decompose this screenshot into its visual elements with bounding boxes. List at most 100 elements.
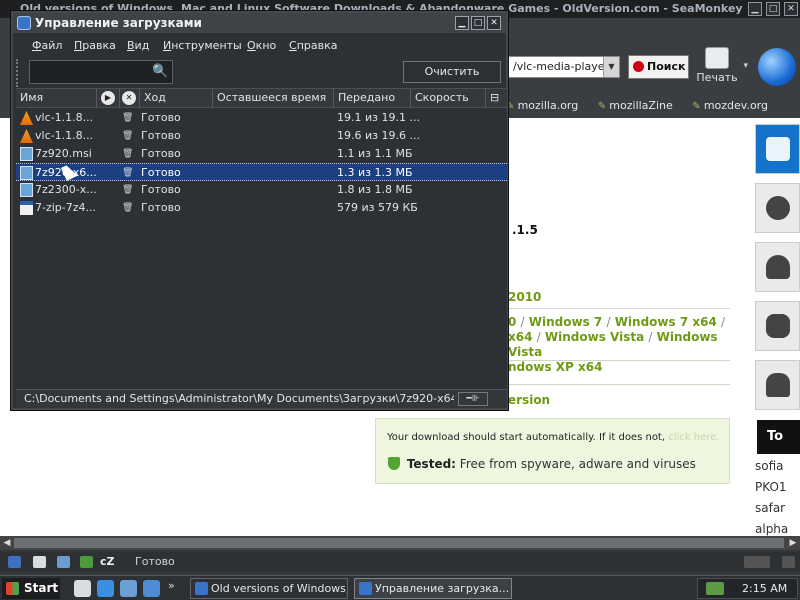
download-status: Готово <box>141 183 181 196</box>
download-status: Готово <box>141 129 181 142</box>
os-link[interactable]: x64 <box>508 330 532 344</box>
minimize-button[interactable]: ▁ <box>455 16 469 30</box>
taskbar-item-downloads[interactable]: Управление загрузка... <box>354 578 512 599</box>
menu-help[interactable]: Справка <box>289 35 337 57</box>
vlc-icon <box>20 111 33 125</box>
close-button[interactable]: ✕ <box>487 16 501 30</box>
search-button[interactable]: Поиск <box>628 55 689 79</box>
menu-view[interactable]: Вид <box>127 35 149 57</box>
download-row[interactable]: vlc-1.1.8... 🗑 Готово 19.6 из 19.6 ... <box>16 127 507 145</box>
scroll-left-icon[interactable]: ◀ <box>0 536 14 550</box>
installer-icon <box>20 147 33 161</box>
quicklaunch-overflow-icon[interactable]: » <box>168 579 175 592</box>
trash-icon[interactable]: 🗑 <box>122 199 133 217</box>
url-dropdown-icon[interactable]: ▼ <box>603 57 619 77</box>
download-status: Готово <box>141 166 181 179</box>
os-link[interactable]: 0 <box>508 315 516 329</box>
installer-icon <box>20 183 33 197</box>
bookmark-link[interactable]: mozillaZine <box>598 99 673 112</box>
menu-edit[interactable]: Правка <box>74 35 116 57</box>
windows-os-icon[interactable] <box>755 124 800 174</box>
os-compat-links: 0 / Windows 7 / Windows 7 x64 / x64 / Wi… <box>508 315 726 374</box>
clear-list-button[interactable]: Очистить список <box>403 61 501 98</box>
download-name: 7z2300-x... <box>35 183 97 196</box>
download-row-selected[interactable]: 7z920-x6... 🗑 Готово 1.3 из 1.3 МБ <box>16 163 507 181</box>
download-transferred: 19.1 из 19.1 ... <box>337 111 420 124</box>
download-row[interactable]: 7z2300-x... 🗑 Готово 1.8 из 1.8 МБ <box>16 181 507 199</box>
browser-close-button[interactable]: ✕ <box>784 2 798 16</box>
trash-icon[interactable]: 🗑 <box>122 181 133 199</box>
menu-bar: Файл Правка Вид Инструменты Окно Справка <box>13 35 506 57</box>
download-status: Готово <box>141 111 181 124</box>
column-resume[interactable]: ▶ <box>97 89 120 107</box>
download-row[interactable]: vlc-1.1.8... 🗑 Готово 19.1 из 19.1 ... <box>16 109 507 127</box>
column-name[interactable]: Имя <box>16 89 97 107</box>
magnifier-icon[interactable]: 🔍 <box>152 64 168 80</box>
trash-icon[interactable]: 🗑 <box>122 127 133 145</box>
show-desktop-icon[interactable] <box>74 580 91 597</box>
clock[interactable]: 2:15 AM <box>742 579 787 598</box>
vlc-icon <box>20 129 33 143</box>
column-progress[interactable]: Ход <box>140 89 213 107</box>
start-button[interactable]: Start <box>2 578 60 599</box>
browser-minimize-button[interactable]: ▁ <box>748 2 762 16</box>
menu-tools[interactable]: Инструменты <box>163 35 242 57</box>
column-cancel[interactable]: ✕ <box>120 89 140 107</box>
linux-os-icon[interactable] <box>755 242 800 292</box>
old-version-link[interactable]: ersion <box>508 393 550 407</box>
online-status-icon[interactable]: ━⊪ <box>458 392 488 406</box>
online-status-icon[interactable] <box>744 556 770 568</box>
menu-window[interactable]: Окно <box>247 35 276 57</box>
download-manager-titlebar: Управление загрузками ▁ □ ✕ <box>13 13 506 33</box>
column-time-left[interactable]: Оставшееся время <box>213 89 334 107</box>
apple-os-icon[interactable] <box>755 183 800 233</box>
start-label: Start <box>24 581 59 595</box>
os-link[interactable]: Windows Vista <box>545 330 644 344</box>
right-list-item[interactable]: alpha <box>755 519 788 536</box>
seamonkey-quicklaunch-icon[interactable] <box>143 580 160 597</box>
mail-icon[interactable] <box>33 556 46 568</box>
trash-icon[interactable]: 🗑 <box>122 164 133 182</box>
right-list-item[interactable]: PKO1 <box>755 477 788 498</box>
bookmarks-bar: mozilla.org mozillaZine mozdev.org <box>506 96 800 116</box>
scroll-right-icon[interactable]: ▶ <box>786 536 800 550</box>
navigator-icon[interactable] <box>8 556 21 568</box>
cancel-icon: ✕ <box>122 91 136 105</box>
os-link[interactable]: Windows 7 <box>529 315 602 329</box>
bookmark-link[interactable]: mozdev.org <box>692 99 768 112</box>
games-icon[interactable] <box>755 301 800 351</box>
network-icon[interactable] <box>706 582 724 595</box>
click-here-link[interactable]: click here. <box>668 432 719 443</box>
trash-icon[interactable]: 🗑 <box>122 145 133 163</box>
column-transferred[interactable]: Передано <box>334 89 411 107</box>
browser-maximize-button[interactable]: □ <box>766 2 780 16</box>
security-icon <box>782 556 795 568</box>
print-dropdown-icon[interactable]: ▾ <box>743 61 748 71</box>
right-list-item[interactable]: sofia <box>755 456 788 477</box>
chatzilla-icon[interactable]: cZ <box>100 552 115 572</box>
trash-icon[interactable]: 🗑 <box>122 109 133 127</box>
horizontal-scrollbar[interactable]: ◀ ▶ <box>0 536 800 550</box>
media-player-icon[interactable] <box>120 580 137 597</box>
url-bar[interactable]: /vlc-media-playe ▼ <box>508 56 620 78</box>
android-os-icon[interactable] <box>755 360 800 410</box>
os-link[interactable]: ndows XP x64 <box>508 360 602 374</box>
column-picker-icon[interactable]: ⊟ <box>486 89 507 107</box>
internet-explorer-icon[interactable] <box>97 580 114 597</box>
maximize-button[interactable]: □ <box>471 16 485 30</box>
downloads-search-input[interactable]: 🔍 <box>29 60 173 84</box>
menu-file[interactable]: Файл <box>32 35 62 57</box>
print-button[interactable]: Печать ▾ <box>694 47 748 89</box>
right-list-item[interactable]: safar <box>755 498 788 519</box>
taskbar-item-browser[interactable]: Old versions of Windows,... <box>190 578 348 599</box>
composer-icon[interactable] <box>57 556 70 568</box>
bookmark-link[interactable]: mozilla.org <box>506 99 578 112</box>
download-transferred: 579 из 579 КБ <box>337 201 418 214</box>
download-row[interactable]: 7z920.msi 🗑 Готово 1.1 из 1.1 МБ <box>16 145 507 163</box>
scrollbar-thumb[interactable] <box>14 538 784 548</box>
address-book-icon[interactable] <box>80 556 93 568</box>
os-link[interactable]: Windows 7 x64 <box>615 315 717 329</box>
toolbar-grip[interactable] <box>16 59 22 87</box>
download-row[interactable]: 7-zip-7z4... 🗑 Готово 579 из 579 КБ <box>16 199 507 217</box>
column-speed[interactable]: Скорость <box>411 89 486 107</box>
